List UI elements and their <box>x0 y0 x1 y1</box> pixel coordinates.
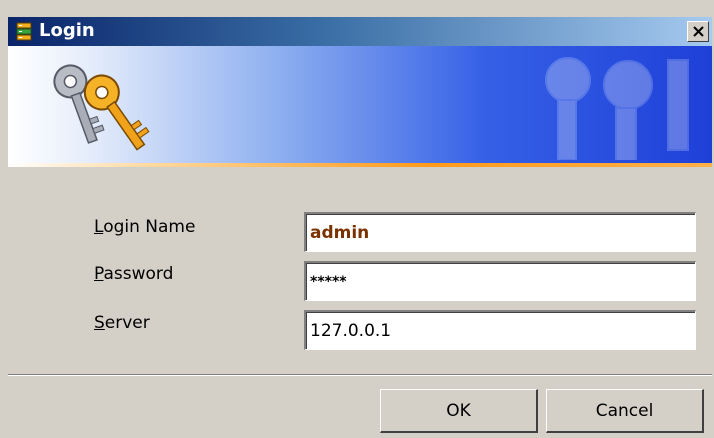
footer-separator-highlight <box>8 375 712 376</box>
ok-button[interactable]: OK <box>380 389 538 433</box>
close-button[interactable] <box>687 21 709 42</box>
database-stack-icon <box>14 22 34 42</box>
keys-watermark-icon <box>518 50 698 163</box>
password-field[interactable]: ***** <box>304 261 696 301</box>
banner-accent-line <box>8 163 712 167</box>
login-name-label: Login Name <box>94 217 196 237</box>
login-dialog: Login Login Name admin Password ***** Se… <box>0 0 714 438</box>
server-field[interactable]: 127.0.0.1 <box>304 310 696 350</box>
login-name-value: admin <box>310 222 370 243</box>
window-title: Login <box>39 20 95 41</box>
login-name-field[interactable]: admin <box>304 212 696 252</box>
title-bar[interactable]: Login <box>8 17 712 46</box>
password-value: ***** <box>310 273 347 290</box>
server-value: 127.0.0.1 <box>310 320 392 341</box>
cancel-button[interactable]: Cancel <box>546 389 704 433</box>
server-label: Server <box>94 313 150 333</box>
login-banner <box>8 46 712 163</box>
password-label: Password <box>94 264 174 284</box>
keys-icon <box>42 50 162 163</box>
